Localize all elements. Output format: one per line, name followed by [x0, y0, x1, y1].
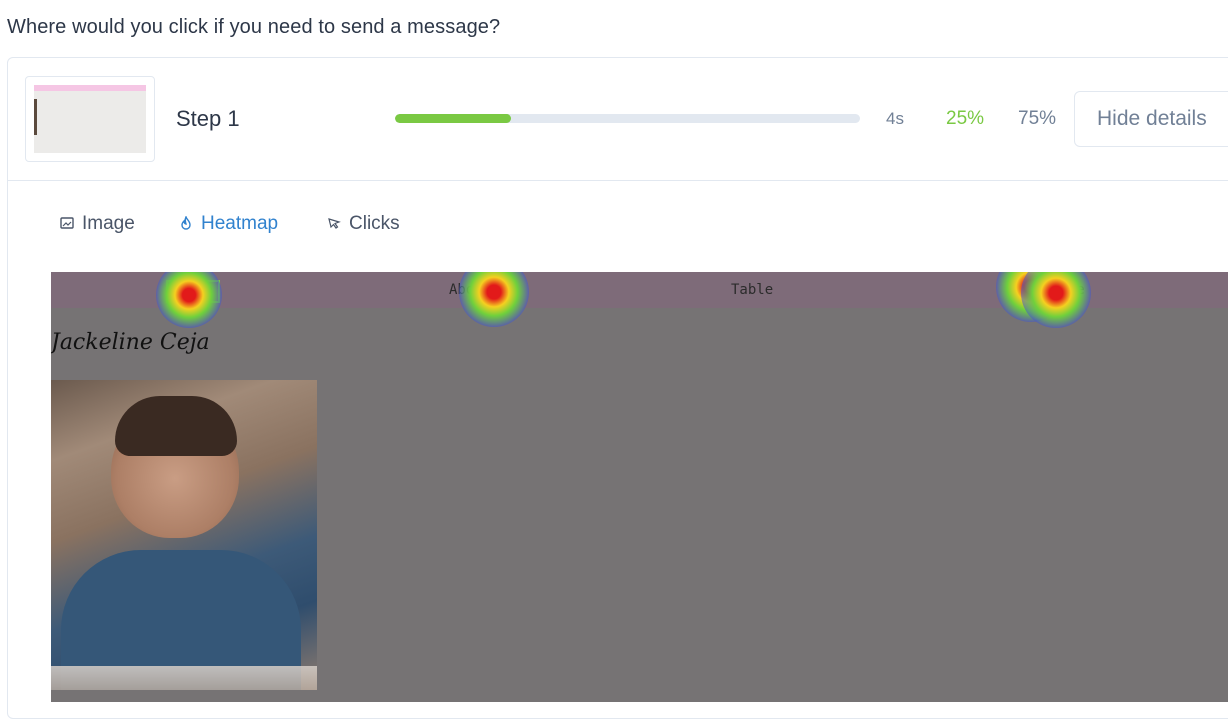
thumbnail-nav-bar [34, 85, 146, 91]
tab-clicks-label: Clicks [349, 213, 400, 234]
flame-icon [181, 216, 191, 230]
preview-photo [51, 380, 317, 690]
tab-heatmap-label: Heatmap [201, 213, 279, 234]
average-time: 4s [886, 109, 904, 128]
tab-image[interactable]: Image [60, 213, 135, 235]
step-thumbnail[interactable] [25, 76, 155, 162]
success-progress-fill [395, 114, 512, 123]
success-percentage: 25% [946, 108, 985, 129]
image-icon [60, 217, 74, 229]
step-row: Step 1 4s 25% 75% Hide details [8, 58, 1228, 181]
cursor-icon [328, 218, 341, 229]
thumbnail-photo [34, 99, 37, 135]
step-label: Step 1 [176, 106, 240, 131]
correct-target-box [166, 280, 220, 303]
success-progress-bar [395, 114, 860, 123]
tab-image-label: Image [82, 213, 135, 234]
failure-percentage: 75% [1018, 108, 1057, 129]
preview-nav-life: Life [1051, 282, 1085, 298]
preview-site-title: Jackeline Ceja [51, 330, 210, 355]
hide-details-button[interactable]: Hide details [1074, 91, 1228, 147]
photo-bottom-strip [51, 666, 317, 690]
photo-hair [115, 396, 237, 456]
step-card: Step 1 4s 25% 75% Hide details Image Hea… [7, 57, 1228, 719]
thumbnail-preview [34, 85, 146, 153]
tab-clicks[interactable]: Clicks [327, 213, 400, 235]
heatmap-canvas[interactable]: Home About Table Life Jackeline Ceja [51, 272, 1228, 702]
tab-heatmap[interactable]: Heatmap [179, 213, 278, 235]
task-question: Where would you click if you need to sen… [7, 16, 501, 38]
preview-nav-about: About [449, 282, 492, 298]
preview-nav-bar: Home About Table Life [51, 272, 1228, 308]
preview-nav-table: Table [731, 282, 774, 298]
